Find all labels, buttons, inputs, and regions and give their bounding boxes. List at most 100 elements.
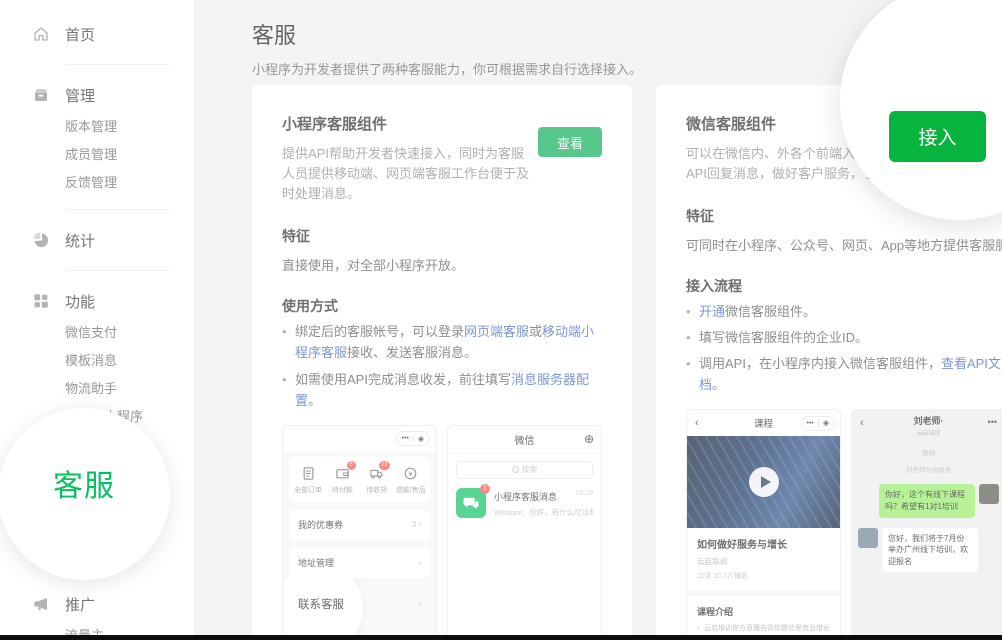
chat-service-note: 刘老师为你服务 (852, 464, 1002, 474)
more-icon: ••• (402, 435, 409, 442)
cell-coupons: 我的优惠券 3› (289, 510, 430, 540)
home-icon (32, 25, 50, 43)
usage-list: 绑定后的客服帐号，可以登录网页端客服或移动端小程序客服接收、发送客服消息。 如需… (282, 321, 602, 410)
course-title: 如何做好服务与增长 (697, 536, 830, 551)
svg-text:¥: ¥ (409, 471, 413, 478)
tray-icon (32, 86, 50, 104)
window-bottom-edge (0, 635, 1002, 640)
sidebar-item-home[interactable]: 首页 (0, 16, 194, 52)
target-icon: ◉ (823, 419, 829, 427)
back-icon: ‹ (695, 417, 699, 429)
sidebar-item-label: 统计 (65, 230, 95, 251)
divider (65, 209, 170, 210)
divider (65, 270, 170, 271)
bullet-text: 或 (529, 324, 542, 339)
bullet-text: 。 (308, 393, 321, 408)
sidebar-item-members[interactable]: 成员管理 (0, 141, 194, 169)
course-meta: 11讲 10.2万播放 (697, 571, 830, 581)
spotlight-circle-sidebar: 客服 (0, 408, 170, 580)
add-icon: ⊕ (584, 432, 594, 446)
chatlist-item: 1 小程序客服消息 Westore：你好，有什么可以帮您? 16:09 (448, 479, 601, 518)
sidebar-item-label: 推广 (65, 594, 95, 615)
badge: 1 (480, 484, 490, 494)
refund-icon: ¥ (403, 466, 418, 481)
usage-bullet: 如需使用API完成消息收发，前往填写消息服务器配置。 (282, 369, 602, 411)
sidebar-item-template-message[interactable]: 模板消息 (0, 347, 194, 375)
sidebar-item-label: 功能 (65, 291, 95, 312)
open-service-link[interactable]: 开通 (699, 304, 725, 319)
bullet-text: 。 (712, 377, 725, 392)
card-description: 提供API帮助开发者快速接入，同时为客服人员提供移动端、网页端客服工作台便于及时… (282, 144, 534, 204)
message-incoming: 您好，我们将于7月份举办广州线下培训，欢迎报名 (852, 528, 1002, 573)
cell-contact-service: 联系客服 › (289, 586, 430, 622)
screenshots-row: ••• ◉ 全部订单 5 待付款 (282, 425, 602, 640)
phone-mockup-chat: ‹ 刘老师· 云启培训 ••• 刚刚 刘老师为你服务 你好，这个有线下课程吗？希… (851, 409, 1002, 640)
connect-button-highlighted[interactable]: 接入 (889, 111, 986, 162)
phone-mockup-orders: ••• ◉ 全部订单 5 待付款 (282, 425, 437, 640)
chatlist-title: 微信 (515, 432, 535, 447)
flow-bullet: 开通微信客服组件。 (686, 301, 1002, 322)
spotlight-service-label[interactable]: 客服 (53, 461, 115, 505)
sidebar-item-version[interactable]: 版本管理 (0, 113, 194, 141)
cell-address: 地址管理 › (289, 548, 430, 578)
divider (65, 64, 170, 65)
shortcut-to-pay: 5 待付款 (325, 466, 359, 495)
chevron-right-icon: › (418, 599, 421, 608)
badge: 12 (379, 461, 390, 470)
more-icon: ••• (807, 420, 814, 427)
message-outgoing: 你好，这个有线下课程吗？希望有1对1培训 (852, 484, 1002, 517)
view-button[interactable]: 查看 (538, 127, 602, 157)
bullet-text: 调用API，在小程序内接入微信客服组件， (699, 356, 941, 371)
bullet-text: 填写微信客服组件的企业ID。 (699, 330, 868, 345)
page-title: 客服 (252, 18, 642, 50)
sidebar-item-label: 首页 (65, 24, 95, 45)
service-message-icon: 1 (456, 488, 486, 518)
flow-bullet: 填写微信客服组件的企业ID。 (686, 327, 1002, 348)
flow-bullet: 调用API，在小程序内接入微信客服组件，查看API文档。 (686, 353, 1002, 395)
bullet-text: 微信客服组件。 (725, 304, 816, 319)
target-icon: ◉ (418, 435, 424, 443)
megaphone-icon (32, 595, 50, 613)
screenshots-row: ‹ 课程 ••• ◉ 如何做好服务与增长 云启培训 11讲 10.2万播放 (686, 409, 1002, 640)
bullet-text: 绑定后的客服帐号，可以登录 (295, 324, 464, 339)
sidebar-item-logistics[interactable]: 物流助手 (0, 375, 194, 403)
sidebar-item-features[interactable]: 功能 (0, 283, 194, 319)
back-icon: ‹ (860, 417, 864, 429)
search-bar: 搜索 (456, 461, 593, 479)
sidebar-item-stats[interactable]: 统计 (0, 222, 194, 258)
play-icon (749, 467, 779, 497)
badge: 5 (347, 461, 356, 470)
order-list-icon (301, 466, 316, 481)
web-service-link[interactable]: 网页端客服 (464, 324, 529, 339)
pie-chart-icon (32, 231, 50, 249)
sidebar-item-promotion[interactable]: 推广 (0, 586, 194, 622)
capsule-menu: ••• ◉ (801, 416, 835, 431)
feature-text: 可同时在小程序、公众号、网页、App等地方提供客服服务。 (686, 235, 1002, 254)
bullet-text: 接收、发送客服消息。 (347, 345, 477, 360)
chat-contact-org: 云启培训 (916, 428, 940, 437)
grid-icon (32, 292, 50, 310)
card-title: 小程序客服组件 (282, 113, 534, 134)
flow-heading: 接入流程 (686, 276, 1002, 296)
feature-heading: 特征 (282, 226, 602, 246)
order-shortcuts: 全部订单 5 待付款 12 待收货 ¥ 退款/售后 (289, 457, 430, 502)
page-subtitle: 小程序为开发者提供了两种客服能力，你可根据需求自行选择接入。 (252, 59, 642, 78)
chevron-right-icon: › (418, 558, 421, 567)
shortcut-refund: ¥ 退款/售后 (394, 466, 428, 495)
usage-bullet: 绑定后的客服帐号，可以登录网页端客服或移动端小程序客服接收、发送客服消息。 (282, 321, 602, 363)
sidebar-item-wechat-pay[interactable]: 微信支付 (0, 319, 194, 347)
intro-heading: 课程介绍 (697, 605, 830, 618)
sidebar-item-manage[interactable]: 管理 (0, 77, 194, 113)
chat-time-label: 刚刚 (852, 447, 1002, 457)
card-miniprogram-service: 小程序客服组件 提供API帮助开发者快速接入，同时为客服人员提供移动端、网页端客… (252, 85, 632, 640)
usage-heading: 使用方式 (282, 296, 602, 316)
shortcut-to-receive: 12 待收货 (360, 466, 394, 495)
course-video-thumbnail (687, 436, 840, 528)
more-icon: ••• (988, 417, 997, 427)
chat-contact-name: 刘老师· (914, 414, 944, 427)
bullet-text: 如需使用API完成消息收发，前往填写 (295, 372, 511, 387)
avatar (858, 528, 878, 548)
sidebar-item-feedback[interactable]: 反馈管理 (0, 169, 194, 197)
feature-text: 直接使用，对全部小程序开放。 (282, 255, 602, 274)
avatar (979, 484, 999, 504)
